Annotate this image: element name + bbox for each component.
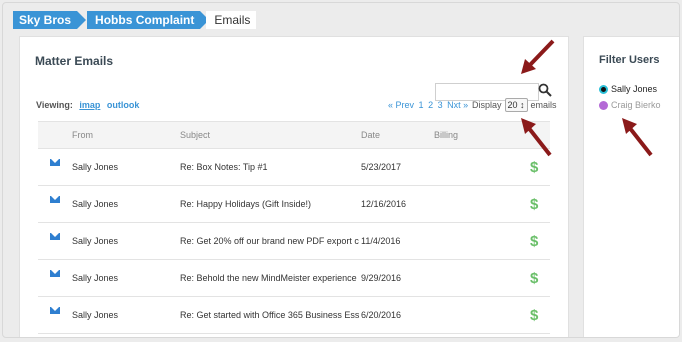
- display-suffix: emails: [530, 100, 557, 110]
- search-icon[interactable]: [538, 83, 552, 97]
- page-3-link[interactable]: 3: [438, 100, 443, 110]
- user-dot-icon: [599, 100, 608, 110]
- row-from: Sally Jones: [72, 162, 119, 172]
- billing-dollar-icon[interactable]: $: [530, 233, 550, 250]
- row-date: 6/20/2016: [361, 310, 402, 320]
- display-count: Display 20 ↕ emails: [472, 98, 557, 112]
- row-subject[interactable]: Re: Get started with Office 365 Business…: [180, 310, 361, 320]
- page-2-link[interactable]: 2: [428, 100, 433, 110]
- breadcrumb: Sky Bros Hobbs Complaint Emails: [13, 11, 266, 29]
- mail-icon: [50, 196, 60, 203]
- filter-user-name: Craig Bierko: [611, 100, 661, 110]
- next-link[interactable]: Nxt »: [447, 100, 468, 110]
- page-1-link[interactable]: 1: [419, 100, 424, 110]
- viewing-label: Viewing:: [36, 100, 73, 110]
- matter-emails-panel: Matter Emails Viewing: imap outlook « Pr…: [19, 36, 569, 337]
- app-frame: Sky Bros Hobbs Complaint Emails Matter E…: [2, 2, 680, 338]
- filter-user-sally[interactable]: Sally Jones: [599, 84, 657, 94]
- table-row[interactable]: Sally Jones Re: Get 20% off our brand ne…: [38, 223, 550, 260]
- billing-dollar-icon[interactable]: $: [530, 159, 550, 176]
- table-row[interactable]: Sally Jones Re: Get started with Office …: [38, 297, 550, 334]
- filter-user-craig[interactable]: Craig Bierko: [599, 100, 661, 110]
- row-subject[interactable]: Re: Box Notes: Tip #1: [180, 162, 361, 172]
- viewing-selector: Viewing: imap outlook: [36, 100, 139, 110]
- view-outlook-link[interactable]: outlook: [107, 100, 140, 110]
- row-subject[interactable]: Re: Happy Holidays (Gift Inside!): [180, 199, 361, 209]
- mail-icon: [50, 270, 60, 277]
- billing-dollar-icon[interactable]: $: [530, 270, 550, 287]
- breadcrumb-emails: Emails: [206, 11, 257, 29]
- header-date[interactable]: Date: [361, 130, 434, 140]
- annotation-arrow-icon: [521, 39, 555, 74]
- table-row[interactable]: Sally Jones Re: Behold the new MindMeist…: [38, 260, 550, 297]
- table-row[interactable]: Sally Jones Re: Box Notes: Tip #1 5/23/2…: [38, 149, 550, 186]
- mail-icon: [50, 233, 60, 240]
- table-header: From Subject Date Billing: [38, 122, 550, 149]
- filter-title: Filter Users: [599, 54, 660, 66]
- row-subject[interactable]: Re: Get 20% off our brand new PDF export…: [180, 236, 361, 246]
- row-from: Sally Jones: [72, 273, 119, 283]
- mail-icon: [50, 159, 60, 166]
- panel-title: Matter Emails: [35, 54, 114, 68]
- view-imap-link[interactable]: imap: [79, 100, 100, 110]
- table-row[interactable]: Sally Jones Re: Happy Holidays (Gift Ins…: [38, 186, 550, 223]
- row-from: Sally Jones: [72, 310, 119, 320]
- user-dot-icon: [599, 84, 608, 94]
- header-from[interactable]: From: [72, 130, 180, 140]
- breadcrumb-sky-bros[interactable]: Sky Bros: [13, 11, 87, 29]
- row-from: Sally Jones: [72, 236, 119, 246]
- row-date: 9/29/2016: [361, 273, 402, 283]
- row-date: 11/4/2016: [361, 236, 401, 246]
- annotation-arrow-icon: [521, 118, 552, 157]
- mail-icon: [50, 307, 60, 314]
- filter-users-panel: Filter Users Sally Jones Craig Bierko: [583, 36, 679, 337]
- row-subject[interactable]: Re: Behold the new MindMeister experienc…: [180, 273, 361, 283]
- display-count-select[interactable]: 20 ↕: [504, 98, 528, 112]
- row-date: 5/23/2017: [361, 162, 402, 172]
- prev-link[interactable]: « Prev: [388, 100, 414, 110]
- row-from: Sally Jones: [72, 199, 119, 209]
- row-date: 12/16/2016: [361, 199, 407, 209]
- filter-user-name: Sally Jones: [611, 84, 658, 94]
- pagination: « Prev 1 2 3 Nxt »: [388, 100, 470, 110]
- breadcrumb-hobbs-complaint[interactable]: Hobbs Complaint: [87, 11, 210, 29]
- annotation-arrow-icon: [622, 118, 653, 157]
- emails-table: From Subject Date Billing Sally Jones Re…: [38, 121, 550, 334]
- billing-dollar-icon[interactable]: $: [530, 196, 550, 213]
- billing-dollar-icon[interactable]: $: [530, 307, 550, 324]
- header-subject[interactable]: Subject: [180, 130, 361, 140]
- display-label: Display: [472, 100, 502, 110]
